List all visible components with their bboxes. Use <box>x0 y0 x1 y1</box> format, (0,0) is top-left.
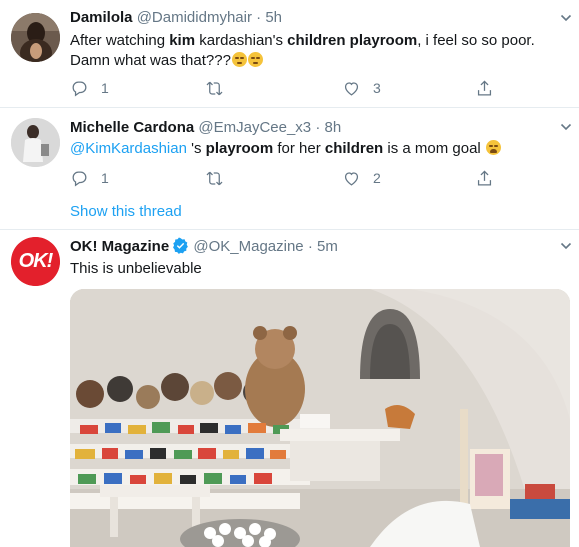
separator-dot: · <box>315 119 321 136</box>
retweet-icon <box>206 81 223 95</box>
timestamp[interactable]: 5m <box>317 238 338 255</box>
reply-icon <box>72 81 87 96</box>
mention-link[interactable]: @KimKardashian <box>70 140 187 157</box>
display-name[interactable]: Michelle Cardona <box>70 119 194 136</box>
share-button[interactable] <box>475 168 494 188</box>
like-button[interactable]: 2 <box>342 168 381 188</box>
tweet-text: After watching kim kardashian's children… <box>70 32 535 69</box>
playroom-photo <box>70 289 570 547</box>
verified-badge-icon <box>173 237 189 254</box>
tweet-damilola[interactable]: Damilola @Damididmyhair · 5h After watch… <box>0 0 579 107</box>
tweet-media-image[interactable] <box>70 289 570 547</box>
tweet-michelle-cardona[interactable]: Michelle Cardona @EmJayCee_x3 · 8h @KimK… <box>0 108 579 234</box>
heart-icon <box>344 81 359 96</box>
display-name[interactable]: OK! Magazine <box>70 238 169 255</box>
tweet-header: OK! Magazine @OK_Magazine · 5m <box>70 237 338 257</box>
chevron-down-icon[interactable] <box>560 240 572 252</box>
like-count: 2 <box>373 170 381 186</box>
tweet-header: Damilola @Damididmyhair · 5h <box>70 8 282 28</box>
reply-count: 1 <box>101 80 109 96</box>
reply-icon <box>72 171 87 186</box>
chevron-down-icon[interactable] <box>560 12 572 24</box>
avatar[interactable] <box>11 118 60 167</box>
persevering-face-icon <box>231 52 247 67</box>
avatar[interactable] <box>11 13 60 62</box>
reply-button[interactable]: 1 <box>70 168 109 188</box>
persevering-face-icon <box>247 52 263 67</box>
share-icon <box>477 79 492 95</box>
show-thread-link[interactable]: Show this thread <box>70 202 182 222</box>
avatar-photo <box>11 13 60 62</box>
user-handle[interactable]: @OK_Magazine <box>193 238 303 255</box>
like-count: 3 <box>373 80 381 96</box>
timestamp[interactable]: 5h <box>265 9 282 26</box>
retweet-button[interactable] <box>205 78 224 98</box>
share-icon <box>477 169 492 185</box>
tweet-header: Michelle Cardona @EmJayCee_x3 · 8h <box>70 118 341 138</box>
share-button[interactable] <box>475 78 494 98</box>
like-button[interactable]: 3 <box>342 78 381 98</box>
user-handle[interactable]: @Damididmyhair <box>137 9 252 26</box>
tweet-actions: 1 3 <box>70 78 510 98</box>
separator-dot: · <box>256 9 262 26</box>
chevron-down-icon[interactable] <box>560 121 572 133</box>
avatar-photo <box>11 118 60 167</box>
tweet-text: This is unbelievable <box>70 260 202 277</box>
tweet-text: @KimKardashian 's playroom for her child… <box>70 139 560 159</box>
reply-button[interactable]: 1 <box>70 78 109 98</box>
retweet-button[interactable] <box>205 168 224 188</box>
separator-dot: · <box>307 238 313 255</box>
user-handle[interactable]: @EmJayCee_x3 <box>198 119 311 136</box>
display-name[interactable]: Damilola <box>70 9 133 26</box>
reply-count: 1 <box>101 170 109 186</box>
retweet-icon <box>206 171 223 185</box>
tweet-actions: 1 2 <box>70 168 510 188</box>
weary-face-icon <box>485 140 501 155</box>
avatar[interactable]: OK! <box>11 237 60 286</box>
heart-icon <box>344 171 359 186</box>
timestamp[interactable]: 8h <box>325 119 342 136</box>
ok-logo-text: OK! <box>18 250 54 272</box>
